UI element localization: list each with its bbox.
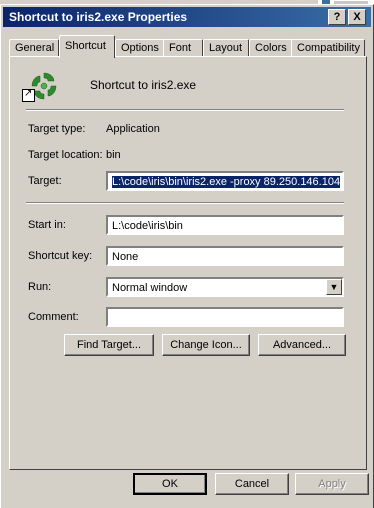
target-type-value: Application: [106, 123, 160, 135]
comment-field[interactable]: [106, 307, 344, 327]
run-value: Normal window: [112, 282, 188, 294]
shortcut-name: Shortcut to iris2.exe: [90, 78, 197, 92]
target-location-label: Target location:: [28, 149, 103, 161]
apply-button[interactable]: Apply: [295, 473, 369, 495]
target-field[interactable]: L:\code\iris\bin\iris2.exe -proxy 89.250…: [106, 171, 344, 191]
find-target-button[interactable]: Find Target...: [64, 334, 154, 356]
divider: [26, 109, 344, 111]
divider: [26, 202, 344, 204]
ok-button[interactable]: OK: [133, 473, 207, 495]
run-select[interactable]: Normal window ▼: [106, 277, 344, 297]
shortcut-key-label: Shortcut key:: [28, 250, 93, 262]
help-button[interactable]: ?: [328, 9, 346, 25]
target-type-label: Target type:: [28, 123, 86, 135]
target-value: L:\code\iris\bin\iris2.exe -proxy 89.250…: [112, 176, 341, 188]
start-in-field[interactable]: L:\code\iris\bin: [106, 215, 344, 235]
target-label: Target:: [28, 175, 62, 187]
close-button[interactable]: X: [348, 9, 366, 25]
tab-strip: General Shortcut Options Font Layout Col…: [9, 35, 365, 58]
shortcut-key-field[interactable]: None: [106, 246, 344, 266]
start-in-label: Start in:: [28, 219, 66, 231]
advanced-button[interactable]: Advanced...: [258, 334, 346, 356]
comment-label: Comment:: [28, 311, 79, 323]
shortcut-panel: Shortcut to iris2.exe Target type: Appli…: [9, 56, 367, 470]
change-icon-button[interactable]: Change Icon...: [162, 334, 250, 356]
target-location-value: bin: [106, 149, 121, 161]
properties-window: Shortcut to iris2.exe Properties ? X Gen…: [0, 4, 374, 508]
cancel-button[interactable]: Cancel: [215, 473, 289, 495]
tab-shortcut[interactable]: Shortcut: [59, 35, 115, 58]
shortcut-arrow-icon: [22, 88, 35, 102]
chevron-down-icon[interactable]: ▼: [326, 279, 342, 295]
title-bar[interactable]: Shortcut to iris2.exe Properties ? X: [3, 7, 371, 27]
window-title: Shortcut to iris2.exe Properties: [9, 10, 188, 24]
run-label: Run:: [28, 281, 52, 293]
